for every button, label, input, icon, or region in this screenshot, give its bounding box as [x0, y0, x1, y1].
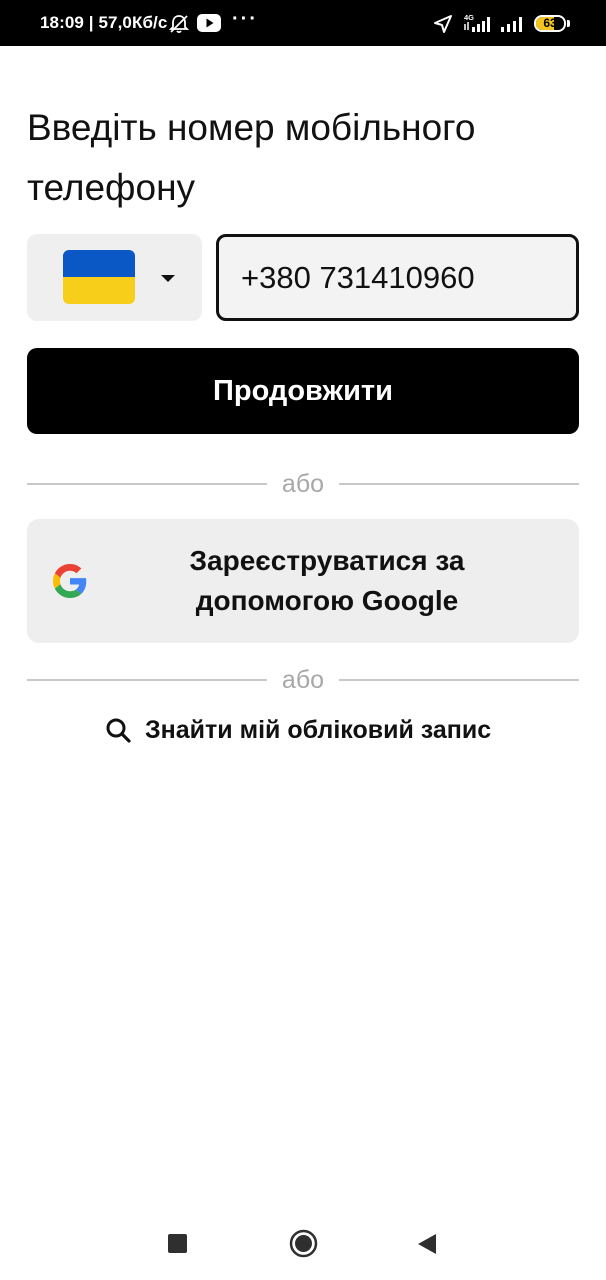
- status-bar: 18:09 | 57,0Кб/с ··· 4G 63: [0, 0, 606, 46]
- country-selector[interactable]: [27, 234, 202, 321]
- divider-line: [339, 679, 579, 681]
- google-signup-button[interactable]: Зареєструватися за допомогою Google: [27, 519, 579, 643]
- or-divider: або: [27, 469, 579, 499]
- search-icon: [106, 718, 131, 743]
- phone-number-input[interactable]: [216, 234, 579, 321]
- google-icon: [53, 564, 87, 598]
- muted-bell-icon: [168, 15, 190, 34]
- or-label: або: [281, 470, 325, 498]
- location-arrow-icon: [434, 15, 452, 33]
- network-label: 4G: [464, 13, 474, 22]
- signal-icon: [501, 17, 522, 32]
- find-account-label: Знайти мій обліковий запис: [145, 716, 492, 744]
- google-signup-label: Зареєструватися за допомогою Google: [189, 545, 465, 616]
- divider-line: [27, 679, 267, 681]
- battery-cap: [567, 20, 570, 27]
- caret-down-icon: [161, 275, 175, 282]
- battery-icon: 63: [534, 15, 566, 32]
- or-divider: або: [27, 665, 579, 695]
- more-dots-icon: ···: [232, 8, 258, 30]
- divider-line: [339, 483, 579, 485]
- divider-line: [27, 483, 267, 485]
- signal-4g-icon: 4G: [464, 13, 490, 32]
- continue-button[interactable]: Продовжити: [27, 348, 579, 434]
- recents-square-icon[interactable]: [168, 1234, 187, 1253]
- page-title: Введіть номер мобільного телефону: [27, 107, 476, 208]
- flag-yellow-stripe: [63, 277, 135, 304]
- battery-percent: 63: [543, 16, 557, 30]
- youtube-icon: [197, 14, 221, 32]
- home-circle-icon[interactable]: [289, 1229, 318, 1258]
- ukraine-flag-icon: [63, 250, 135, 304]
- status-time-speed: 18:09 | 57,0Кб/с: [40, 13, 168, 32]
- back-triangle-icon[interactable]: [416, 1232, 438, 1256]
- or-label: або: [281, 666, 325, 694]
- flag-blue-stripe: [63, 250, 135, 277]
